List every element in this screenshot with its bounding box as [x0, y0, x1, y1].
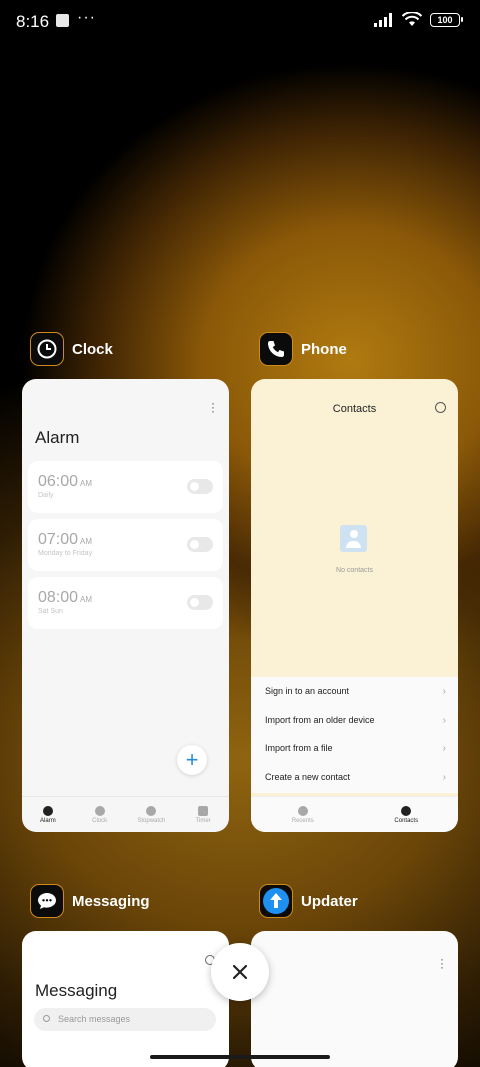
nav-label: Alarm: [40, 817, 56, 824]
clock-app-card[interactable]: · · · Alarm 06:00 AM Daily 07:00 AM Monday t…: [22, 379, 229, 832]
more-options-icon[interactable]: · · ·: [211, 397, 215, 417]
chevron-right-icon: ›: [442, 714, 446, 726]
clock-app-name: Clock: [72, 340, 113, 358]
chevron-right-icon: ›: [442, 685, 446, 697]
messaging-app-card[interactable]: Messaging Search messages: [22, 931, 229, 1067]
stopwatch-icon: [146, 805, 157, 816]
option-create-contact[interactable]: Create a new contact ›: [265, 767, 446, 787]
person-icon: [401, 805, 412, 816]
clear-all-button[interactable]: [211, 943, 269, 1001]
close-icon: [232, 964, 248, 980]
more-options-icon[interactable]: · · ·: [440, 953, 444, 973]
alarm-item[interactable]: 07:00 AM Monday to Friday: [28, 519, 223, 571]
messaging-title: Messaging: [35, 981, 118, 1000]
alarm-item[interactable]: 06:00 AM Daily: [28, 461, 223, 513]
alarm-repeat: Monday to Friday: [38, 550, 93, 557]
more-notifications-icon: ···: [77, 9, 96, 26]
alarm-icon: [42, 805, 53, 816]
nav-label: Clock: [92, 817, 108, 824]
option-label: Create a new contact: [265, 772, 351, 782]
chevron-right-icon: ›: [442, 771, 446, 783]
alarm-time: 06:00: [38, 473, 79, 490]
phone-app-icon: [259, 332, 293, 366]
updater-app-name: Updater: [301, 892, 358, 910]
search-placeholder: Search messages: [58, 1014, 131, 1024]
contacts-title: Contacts: [332, 403, 377, 415]
alarm-toggle[interactable]: [187, 537, 213, 552]
alarm-toggle[interactable]: [187, 479, 213, 494]
clock-icon: [94, 805, 105, 816]
nav-recents[interactable]: Recents: [251, 797, 355, 832]
clock-app-icon: [30, 332, 64, 366]
signal-icon: [374, 12, 392, 27]
updater-app-icon: [259, 884, 293, 918]
nav-label: Timer: [195, 817, 211, 824]
hourglass-icon: [198, 805, 209, 816]
phone-bottom-nav: Recents Contacts: [251, 796, 458, 832]
alarm-time: 07:00: [38, 531, 79, 548]
phone-icon: [297, 805, 308, 816]
settings-gear-icon[interactable]: [435, 402, 446, 413]
battery-level: 100: [437, 14, 453, 25]
phone-app-card[interactable]: Contacts No contacts Sign in to an accou…: [251, 379, 458, 832]
alarm-time: 08:00: [38, 589, 79, 606]
nav-contacts[interactable]: Contacts: [355, 797, 459, 832]
contact-options-list: Sign in to an account › Import from an ol…: [251, 677, 458, 793]
status-bar: 8:16 ··· 100: [0, 0, 480, 44]
option-label: Import from a file: [265, 743, 333, 753]
option-label: Import from an older device: [265, 715, 375, 725]
clock-bottom-nav: Alarm Clock Stopwatch Timer: [22, 796, 229, 832]
search-messages-input[interactable]: Search messages: [34, 1008, 216, 1031]
updater-app-header[interactable]: Updater: [259, 884, 358, 918]
alarm-ampm: AM: [80, 537, 93, 546]
alarm-title: Alarm: [35, 428, 80, 447]
chevron-right-icon: ›: [442, 742, 446, 754]
notification-square-icon: [56, 14, 69, 27]
clock-app-header[interactable]: Clock: [30, 332, 113, 366]
alarm-repeat: Daily: [38, 492, 54, 499]
messaging-app-icon: [30, 884, 64, 918]
updater-app-card[interactable]: · · ·: [251, 931, 458, 1067]
empty-contact-icon: [340, 525, 367, 552]
messaging-app-name: Messaging: [72, 892, 150, 910]
empty-state-text: No contacts: [336, 567, 373, 574]
phone-app-header[interactable]: Phone: [259, 332, 347, 366]
phone-app-name: Phone: [301, 340, 347, 358]
search-icon: [43, 1015, 50, 1022]
status-time: 8:16: [16, 12, 50, 31]
alarm-ampm: AM: [80, 595, 93, 604]
option-sign-in[interactable]: Sign in to an account ›: [265, 681, 446, 701]
nav-label: Stopwatch: [137, 817, 166, 824]
nav-alarm[interactable]: Alarm: [22, 797, 74, 832]
nav-stopwatch[interactable]: Stopwatch: [126, 797, 178, 832]
battery-icon: 100: [430, 12, 463, 27]
alarm-repeat: Sat Sun: [38, 608, 63, 615]
nav-clock[interactable]: Clock: [74, 797, 126, 832]
option-label: Sign in to an account: [265, 686, 350, 696]
wifi-icon: [402, 12, 422, 26]
option-import-file[interactable]: Import from a file ›: [265, 738, 446, 758]
home-indicator[interactable]: [150, 1055, 330, 1059]
alarm-ampm: AM: [80, 479, 93, 488]
messaging-app-header[interactable]: Messaging: [30, 884, 150, 918]
nav-label: Contacts: [394, 817, 419, 824]
plus-icon: +: [185, 747, 199, 772]
nav-label: Recents: [291, 817, 314, 824]
option-import-device[interactable]: Import from an older device ›: [265, 710, 446, 730]
alarm-toggle[interactable]: [187, 595, 213, 610]
add-alarm-button[interactable]: +: [177, 745, 207, 775]
nav-timer[interactable]: Timer: [177, 797, 229, 832]
alarm-item[interactable]: 08:00 AM Sat Sun: [28, 577, 223, 629]
